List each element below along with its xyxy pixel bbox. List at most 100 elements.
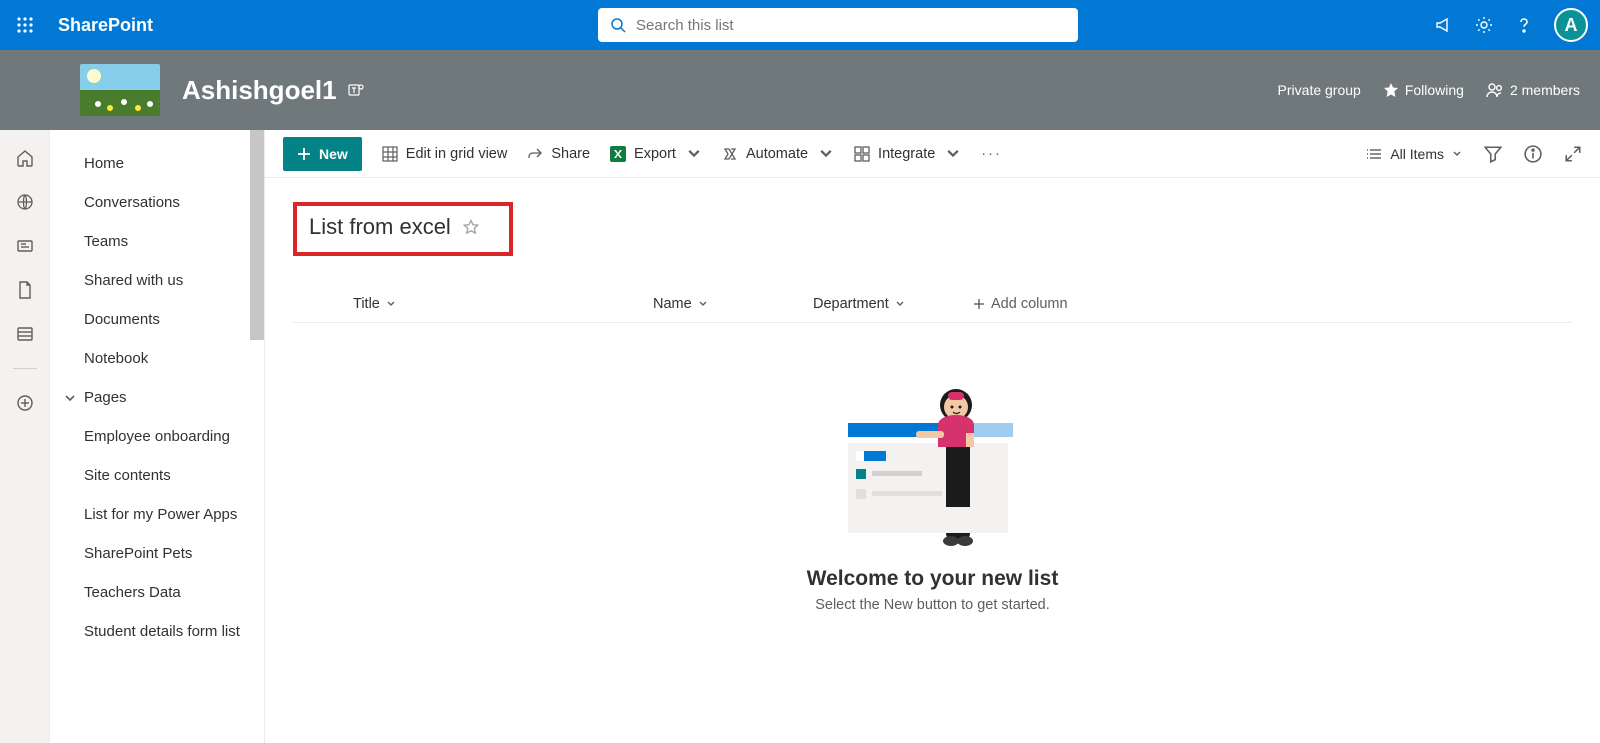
file-icon[interactable]	[15, 280, 35, 300]
nav-site-contents[interactable]: Site contents	[50, 456, 264, 495]
nav-teachers-data[interactable]: Teachers Data	[50, 573, 264, 612]
more-button[interactable]: ···	[981, 146, 1002, 162]
search-box[interactable]	[598, 8, 1078, 42]
new-button[interactable]: New	[283, 137, 362, 171]
user-avatar[interactable]: A	[1554, 8, 1588, 42]
expand-button[interactable]	[1564, 145, 1582, 163]
pages-label: Pages	[84, 389, 127, 406]
view-selector[interactable]: All Items	[1366, 146, 1462, 162]
filter-button[interactable]	[1484, 145, 1502, 163]
nav-teams[interactable]: Teams	[50, 222, 264, 261]
share-label: Share	[551, 146, 590, 162]
add-column-label: Add column	[991, 296, 1068, 312]
grid-icon	[382, 146, 398, 162]
nav-shared[interactable]: Shared with us	[50, 261, 264, 300]
nav-notebook[interactable]: Notebook	[50, 339, 264, 378]
star-outline-icon	[463, 219, 479, 235]
nav-scrollbar[interactable]	[250, 130, 264, 340]
search-icon	[610, 17, 626, 33]
nav-conversations[interactable]: Conversations	[50, 183, 264, 222]
privacy-label: Private group	[1278, 82, 1361, 98]
column-title[interactable]: Title	[353, 296, 653, 312]
chevron-down-icon	[386, 299, 396, 309]
following-label: Following	[1405, 82, 1464, 98]
settings-button[interactable]	[1474, 15, 1494, 35]
content-area: List from excel Title Name Department	[265, 178, 1600, 743]
export-label: Export	[634, 146, 676, 162]
view-label: All Items	[1390, 146, 1444, 162]
app-icon	[854, 146, 870, 162]
column-department-label: Department	[813, 296, 889, 312]
plus-icon	[297, 147, 311, 161]
site-nav: Home Conversations Teams Shared with us …	[50, 130, 265, 743]
gear-icon	[1474, 15, 1494, 35]
follow-button[interactable]: Following	[1383, 82, 1464, 98]
column-name-label: Name	[653, 296, 692, 312]
site-logo[interactable]	[80, 64, 160, 116]
chevron-down-icon	[818, 146, 834, 162]
column-department[interactable]: Department	[813, 296, 973, 312]
waffle-icon	[16, 16, 34, 34]
suite-bar: SharePoint A	[0, 0, 1600, 50]
edit-grid-button[interactable]: Edit in grid view	[382, 146, 508, 162]
chevron-down-icon	[1452, 149, 1462, 159]
search-input[interactable]	[636, 17, 1066, 34]
excel-icon	[610, 146, 626, 162]
export-button[interactable]: Export	[610, 146, 702, 162]
rail-separator	[13, 368, 37, 369]
nav-home[interactable]: Home	[50, 144, 264, 183]
members-button[interactable]: 2 members	[1486, 81, 1580, 99]
plus-icon	[973, 298, 985, 310]
app-launcher-button[interactable]	[0, 0, 50, 50]
create-icon[interactable]	[15, 393, 35, 413]
columns-header-row: Title Name Department Add column	[293, 296, 1572, 323]
home-icon[interactable]	[15, 148, 35, 168]
site-logo-image	[80, 64, 160, 116]
globe-icon[interactable]	[15, 192, 35, 212]
new-label: New	[319, 146, 348, 162]
app-rail	[0, 130, 50, 743]
brand-label[interactable]: SharePoint	[58, 15, 153, 36]
site-title[interactable]: Ashishgoel1	[182, 75, 337, 106]
people-icon	[1486, 81, 1504, 99]
info-button[interactable]	[1524, 145, 1542, 163]
chevron-down-icon	[895, 299, 905, 309]
site-header: Ashishgoel1 Private group Following 2 me…	[0, 50, 1600, 130]
help-icon	[1515, 16, 1533, 34]
chevron-down-icon	[686, 146, 702, 162]
empty-state: Welcome to your new list Select the New …	[293, 383, 1572, 613]
megaphone-button[interactable]	[1434, 15, 1454, 35]
share-button[interactable]: Share	[527, 146, 590, 162]
integrate-label: Integrate	[878, 146, 935, 162]
share-icon	[527, 146, 543, 162]
automate-label: Automate	[746, 146, 808, 162]
edit-grid-label: Edit in grid view	[406, 146, 508, 162]
empty-illustration	[838, 383, 1028, 553]
chevron-down-icon	[945, 146, 961, 162]
integrate-button[interactable]: Integrate	[854, 146, 961, 162]
news-icon[interactable]	[15, 236, 35, 256]
column-name[interactable]: Name	[653, 296, 813, 312]
empty-heading: Welcome to your new list	[807, 567, 1059, 591]
list-lines-icon	[1366, 146, 1382, 162]
list-icon[interactable]	[15, 324, 35, 344]
favorite-star-button[interactable]	[463, 219, 479, 235]
help-button[interactable]	[1514, 15, 1534, 35]
add-column-button[interactable]: Add column	[973, 296, 1068, 312]
chevron-down-icon	[64, 392, 76, 404]
nav-documents[interactable]: Documents	[50, 300, 264, 339]
command-bar: New Edit in grid view Share Export Autom…	[265, 130, 1600, 178]
list-title-highlight: List from excel	[293, 202, 513, 256]
megaphone-icon	[1434, 15, 1454, 35]
nav-pages[interactable]: Pages	[50, 378, 264, 417]
nav-student-details[interactable]: Student details form list	[50, 612, 264, 651]
list-title: List from excel	[309, 214, 451, 240]
automate-button[interactable]: Automate	[722, 146, 834, 162]
nav-employee-onboarding[interactable]: Employee onboarding	[50, 417, 264, 456]
teams-icon[interactable]	[347, 81, 365, 99]
star-icon	[1383, 82, 1399, 98]
nav-sharepoint-pets[interactable]: SharePoint Pets	[50, 534, 264, 573]
members-label: 2 members	[1510, 82, 1580, 98]
nav-list-power-apps[interactable]: List for my Power Apps	[50, 495, 264, 534]
main-area: New Edit in grid view Share Export Autom…	[265, 130, 1600, 743]
